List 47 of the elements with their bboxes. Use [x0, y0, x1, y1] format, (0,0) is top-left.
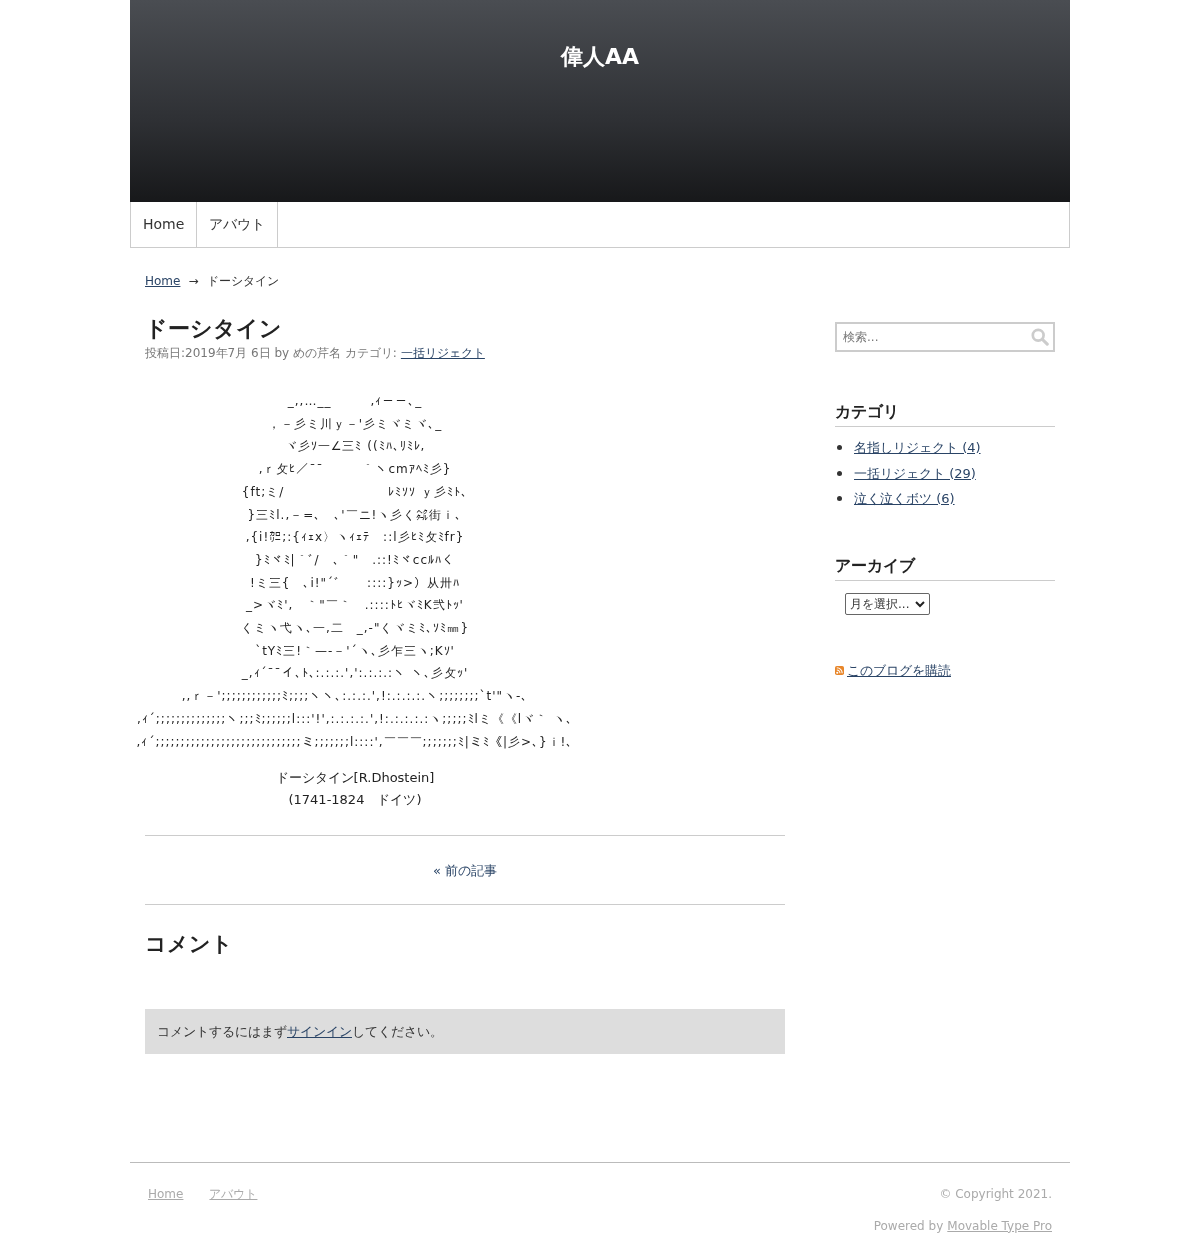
bullet-icon	[837, 470, 842, 476]
category-link[interactable]: 泣く泣くボツ (6)	[854, 489, 955, 509]
categories-heading: カテゴリ	[835, 400, 1055, 427]
previous-post-link[interactable]: « 前の記事	[432, 860, 498, 880]
signin-notice: コメントするにはまずサインイン してください。	[145, 1008, 785, 1054]
post-meta: 投稿日:2019年7月 6日 by めの芹名 カテゴリ:	[145, 345, 397, 362]
ascii-art-line: !ミ三{ ､i!"´ﾞ ::::}ｯ>）从卅ﾊ	[250, 574, 460, 592]
article-title: ドーシタイン	[145, 315, 283, 343]
archive-heading: アーカイブ	[835, 553, 1055, 581]
art-caption: (1741-1824 ドイツ)	[288, 791, 422, 810]
ascii-art-line: _,,…__ ,ｨ－－､_	[287, 393, 423, 410]
ascii-art-line: ヾ彡ｿ一∠三ﾐ ((ﾐﾊ､ﾘﾐﾚ,	[284, 438, 426, 456]
search-field[interactable]: 検索...	[835, 322, 1055, 352]
ascii-art-line: ,ｒ攵ﾋ／¯¯ ｀ヽcmｱﾍﾐ彡}	[258, 461, 452, 479]
category-link[interactable]: 一括リジェクト (29)	[854, 463, 976, 483]
bullet-icon	[837, 445, 842, 451]
signin-link[interactable]: サインイン	[287, 1021, 352, 1041]
category-link[interactable]: 一括リジェクト	[400, 344, 485, 362]
ascii-art-line: くミヽ弋ヽ､一,二 _,-"くヾミﾐ､ｿﾐ㎜}	[240, 620, 470, 638]
ascii-art-line: ,ｨ´;;;;;;;;;;;;;;;;;;;;;;;;;;;;;ミ;;;;;;;l::::',￣￣￣;;;;;;;ﾐ|ミﾐ《|彡>､}ｉ!､	[136, 733, 574, 751]
bullet-icon	[837, 496, 842, 502]
ascii-art-line: {ft;ミ/ ﾚﾐｿｿ ｙ彡ﾐﾄ､	[241, 483, 469, 501]
ascii-art-line: ,,ｒ－';;;;;;;;;;;;ﾐ;;;;ヽヽ､:.:.:.',!:.:.:.:.ヽ;;;;;;;;`t'"ヽ-､	[181, 688, 529, 706]
nav-link[interactable]: アバウト	[197, 202, 279, 247]
ascii-art-line: _>ヾﾐ', ｀"￣｀ .::::ﾄﾋヾﾐK弐ﾄｯ'	[246, 597, 464, 615]
ascii-art-line: ,{i!㌍;:{ｨｪx〉ヽｨｪﾃ ::l彡ﾋﾐ攵ﾐfr}	[245, 529, 465, 547]
ascii-art-line: }三ﾐl.,－=､ ､'￣ニ!ヽ彡く㌶街ｉ､	[247, 506, 463, 524]
rss-icon	[835, 665, 844, 675]
category-link[interactable]: 名指しリジェクト (4)	[854, 438, 981, 458]
comments-title: コメント	[145, 931, 234, 959]
site-title[interactable]: 偉人AA	[560, 40, 640, 74]
month-select[interactable]: 月を選択...	[845, 592, 931, 615]
search-icon[interactable]	[1031, 328, 1049, 346]
ascii-art-line: }ﾐヾﾐ|｀ﾞ/ ､｀" .::!ﾐヾccﾙﾊく	[254, 551, 456, 569]
art-caption: ドーシタイン[R.Dhostein]	[275, 769, 435, 788]
breadcrumb-separator: →	[188, 273, 199, 290]
breadcrumb-link[interactable]: Home	[145, 272, 181, 290]
chevron-down-icon	[915, 599, 926, 608]
ascii-art-line: `tYﾐ三!｀—-－'´ヽ､彡乍三ヽ;Kｿ'	[255, 642, 455, 660]
copyright-text: © Copyright 2021.	[939, 1185, 1052, 1203]
ascii-art-line: _,ｨ´¯¯イ､ﾄ､:.:.:.',':.:.:.:ヽ ヽ､彡攵ｯ'	[241, 665, 469, 683]
ascii-art-line: ,ｨ´;;;;;;;;;;;;;;ヽ;;;ﾐ;;;;;;l:::'!',:.:.:.:.',!:.:.:.:.:ヽ;;;;;ﾐlミ《《lヾ｀ ヽ､	[137, 710, 573, 728]
ascii-art-line: ，－彡ミ川ｙ－'彡ミヾミヾ､_	[267, 415, 443, 433]
subscribe-link[interactable]: このブログを購読	[847, 660, 951, 680]
nav-link[interactable]: Home	[131, 202, 198, 247]
powered-by-text: Powered by	[873, 1217, 944, 1235]
breadcrumb-current: ドーシタイン	[206, 273, 279, 290]
